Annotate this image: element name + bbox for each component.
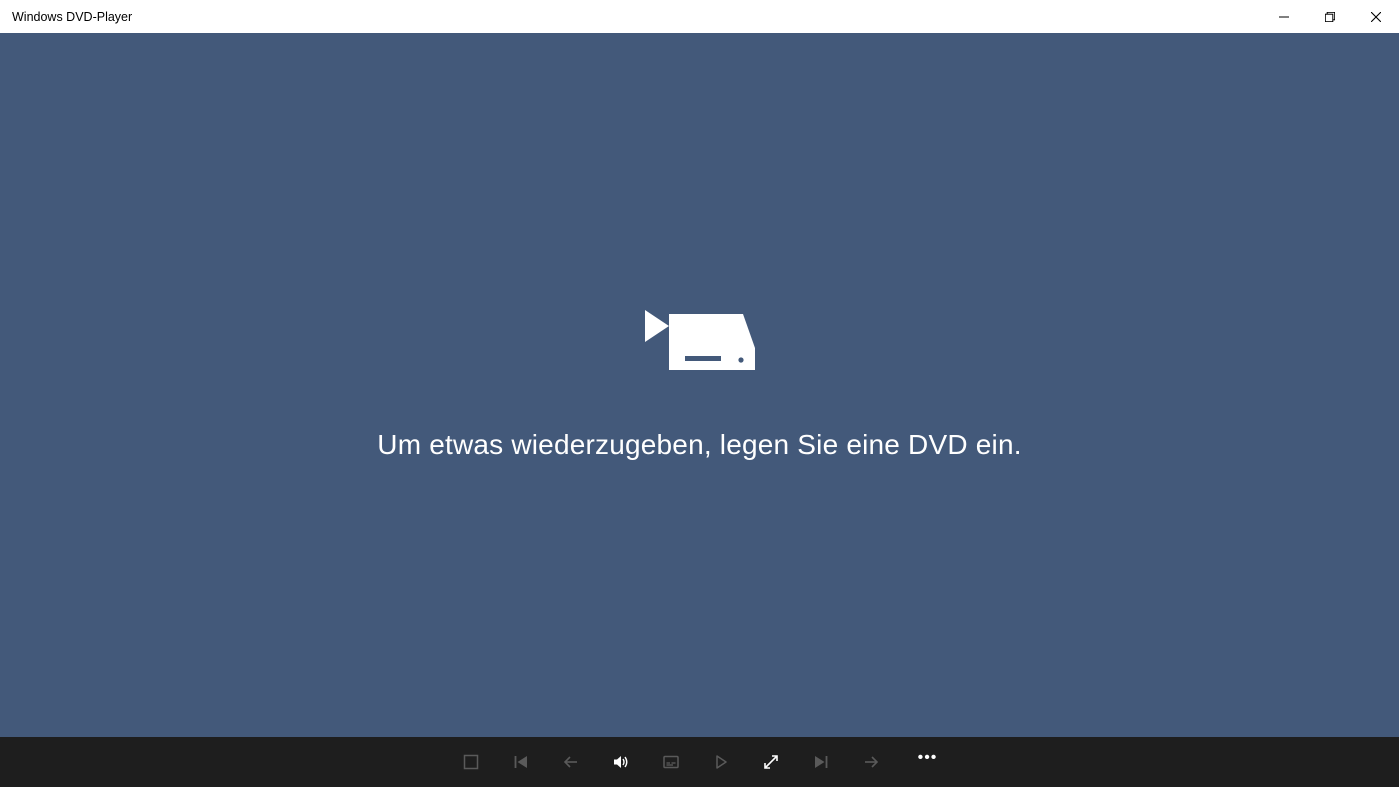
window-title: Windows DVD-Player — [12, 10, 132, 24]
forward-button[interactable] — [862, 753, 880, 771]
subtitles-icon — [663, 754, 679, 770]
close-icon — [1371, 12, 1381, 22]
previous-track-button[interactable] — [512, 753, 530, 771]
playback-controls: ••• — [462, 753, 938, 771]
minimize-icon — [1279, 12, 1289, 22]
play-button[interactable] — [712, 753, 730, 771]
stop-icon — [463, 754, 479, 770]
dvd-drive-icon — [645, 310, 755, 385]
skip-next-icon — [813, 754, 829, 770]
back-button[interactable] — [562, 753, 580, 771]
minimize-button[interactable] — [1261, 0, 1307, 33]
arrow-right-icon — [863, 754, 879, 770]
volume-button[interactable] — [612, 753, 630, 771]
more-options-button[interactable]: ••• — [918, 749, 938, 767]
maximize-icon — [1325, 12, 1335, 22]
close-button[interactable] — [1353, 0, 1399, 33]
stop-button[interactable] — [462, 753, 480, 771]
window-controls — [1261, 0, 1399, 33]
next-track-button[interactable] — [812, 753, 830, 771]
insert-dvd-prompt: Um etwas wiederzugeben, legen Sie eine D… — [377, 429, 1021, 461]
fullscreen-button[interactable] — [762, 753, 780, 771]
maximize-button[interactable] — [1307, 0, 1353, 33]
main-content: Um etwas wiederzugeben, legen Sie eine D… — [0, 33, 1399, 737]
play-icon — [713, 754, 729, 770]
playback-controls-bar: ••• — [0, 737, 1399, 787]
titlebar: Windows DVD-Player — [0, 0, 1399, 33]
arrow-left-icon — [563, 754, 579, 770]
subtitles-button[interactable] — [662, 753, 680, 771]
fullscreen-icon — [763, 754, 779, 770]
volume-icon — [613, 754, 629, 770]
skip-previous-icon — [513, 754, 529, 770]
